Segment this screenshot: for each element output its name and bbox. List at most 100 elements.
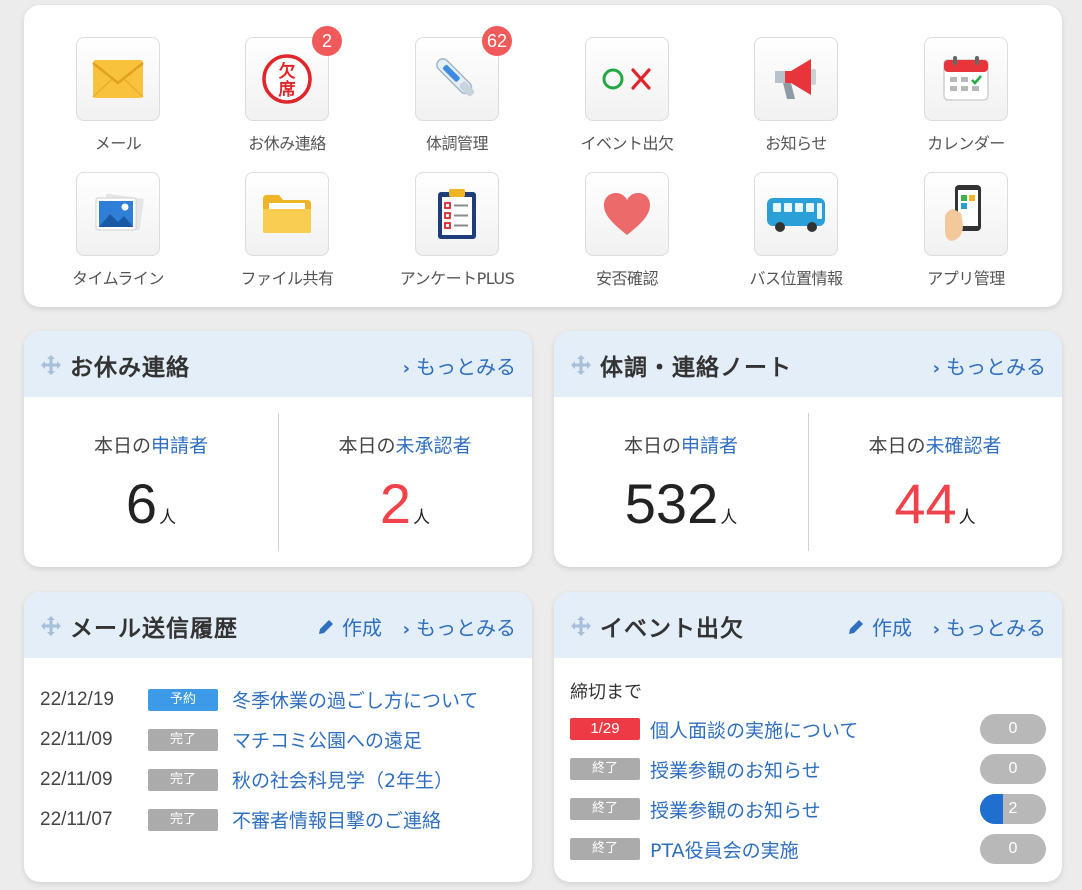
mail-history-panel: メール送信履歴 作成 › もっとみる 22/12/19 予約 冬季休業の過ごし方に… [24,592,532,882]
event-subject-link[interactable]: 授業参観のお知らせ [650,796,980,823]
panel-title: 体調・連絡ノート [600,355,792,381]
stat-label-highlight: 申請者 [681,435,739,457]
svg-text:欠: 欠 [279,61,296,82]
mail-subject-link[interactable]: マチコミ公園への遠足 [232,726,422,753]
app-label: ファイル共有 [240,269,334,288]
heart-icon [585,172,669,256]
app-label: カレンダー [927,134,1005,153]
mail-history-row[interactable]: 22/12/19 予約 冬季休業の過ごし方について [40,686,478,713]
smartphone-icon [924,172,1008,256]
app-label: お休み連絡 [248,134,326,153]
response-count: 0 [1008,720,1018,737]
stat-label-highlight: 未承認者 [395,435,472,457]
deadline-badge: 1/29 [570,718,640,740]
status-badge: 完了 [148,728,218,751]
stat-value: 6 [125,472,158,535]
event-subject-link[interactable]: 個人面談の実施について [650,716,980,743]
status-badge: 予約 [148,688,218,711]
app-survey[interactable]: アンケートPLUS [382,172,532,289]
photo-icon [76,172,160,256]
event-subject-link[interactable]: 授業参観のお知らせ [650,756,980,783]
create-button[interactable]: 作成 [846,612,912,641]
deadline-label: 締切まで [570,682,642,703]
response-count-pill: 0 [980,714,1046,744]
status-badge: 終了 [570,798,640,820]
app-mail[interactable]: メール [43,37,193,154]
panel-header: メール送信履歴 作成 › もっとみる [24,592,532,658]
app-management[interactable]: アプリ管理 [891,172,1041,289]
app-label: アンケートPLUS [399,269,515,288]
stat-value-row: 2人 [278,474,532,548]
drag-handle-icon[interactable] [40,354,62,376]
stat-label-prefix: 本日の [338,435,396,457]
stat-label-prefix: 本日の [623,435,681,457]
event-row[interactable]: 終了 授業参観のお知らせ 0 [570,754,1046,784]
mail-subject-link[interactable]: 秋の社会科見学（2年生） [232,766,453,793]
mail-date: 22/11/09 [40,728,113,750]
app-calendar[interactable]: カレンダー [891,37,1041,154]
svg-text:席: 席 [279,79,296,100]
event-row[interactable]: 終了 PTA役員会の実施 0 [570,834,1046,864]
stat-unapproved: 本日の未承認者 2人 [278,397,532,567]
app-safety-check[interactable]: 安否確認 [552,172,702,289]
clipboard-icon [415,172,499,256]
event-subject-link[interactable]: PTA役員会の実施 [650,836,980,863]
stat-unit: 人 [958,508,976,527]
see-more-link[interactable]: › もっとみる [403,612,516,641]
app-health[interactable]: 62 体調管理 [382,26,532,154]
stat-label: 本日の申請者 [24,431,278,458]
drag-handle-icon[interactable] [570,354,592,376]
app-event-attendance[interactable]: イベント出欠 [552,37,702,154]
health-note-panel: 体調・連絡ノート › もっとみる 本日の申請者 532 人 本日の未確認者 44 人 [554,331,1062,567]
mail-history-row[interactable]: 22/11/09 完了 秋の社会科見学（2年生） [40,766,453,793]
see-more-label: もっとみる [946,616,1046,640]
panel-header: イベント出欠 作成 › もっとみる [554,592,1062,658]
stat-value: 44 [894,472,957,535]
megaphone-icon [754,37,838,121]
drag-handle-icon[interactable] [40,615,62,637]
see-more-label: もっとみる [946,355,1046,379]
create-label: 作成 [342,616,382,640]
mail-subject-link[interactable]: 不審者情報目撃のご連絡 [232,806,441,833]
thermometer-icon: 62 [415,26,512,121]
stat-applicants: 本日の申請者 6人 [24,397,278,567]
app-label: アプリ管理 [927,269,1005,288]
app-label: バス位置情報 [749,269,843,288]
app-launcher-grid: メール 欠 席 2 お休み連絡 62 体調管理 イベント出欠 お知らせ カレンダ… [24,5,1062,307]
absence-summary-panel: お休み連絡 › もっとみる 本日の申請者 6人 本日の未承認者 2人 [24,331,532,567]
calendar-icon [924,37,1008,121]
app-absence[interactable]: 欠 席 2 お休み連絡 [212,26,362,154]
mail-history-row[interactable]: 22/11/09 完了 マチコミ公園への遠足 [40,726,422,753]
mail-date: 22/11/07 [40,808,113,830]
create-button[interactable]: 作成 [316,612,382,641]
chevron-right-icon: › [402,358,410,379]
see-more-link[interactable]: › もっとみる [403,351,516,380]
stat-value-row: 6人 [24,474,278,548]
stat-label: 本日の未確認者 [808,431,1062,458]
app-notice[interactable]: お知らせ [721,37,871,154]
app-label: 安否確認 [595,269,659,288]
mail-history-row[interactable]: 22/11/07 完了 不審者情報目撃のご連絡 [40,806,441,833]
see-more-link[interactable]: › もっとみる [933,612,1046,641]
drag-handle-icon[interactable] [570,615,592,637]
event-row[interactable]: 1/29 個人面談の実施について 0 [570,714,1046,744]
app-bus-location[interactable]: バス位置情報 [721,172,871,289]
mail-subject-link[interactable]: 冬季休業の過ごし方について [232,686,478,713]
mail-icon [76,37,160,121]
event-row[interactable]: 終了 授業参観のお知らせ 2 [570,794,1046,824]
stat-label-prefix: 本日の [868,435,926,457]
chevron-right-icon: › [932,358,940,379]
chevron-right-icon: › [402,619,410,640]
app-file-share[interactable]: ファイル共有 [212,172,362,289]
response-count: 2 [1008,800,1018,817]
app-label: タイムライン [72,269,164,288]
see-more-link[interactable]: › もっとみる [933,351,1046,380]
notification-count-badge: 62 [481,26,512,56]
response-count-pill: 0 [980,754,1046,784]
stat-value: 532 [624,472,719,535]
stat-unit: 人 [720,508,738,527]
stat-label-prefix: 本日の [93,435,151,457]
panel-title: メール送信履歴 [70,616,238,642]
attendance-ox-icon [585,37,669,121]
app-timeline[interactable]: タイムライン [43,172,193,289]
